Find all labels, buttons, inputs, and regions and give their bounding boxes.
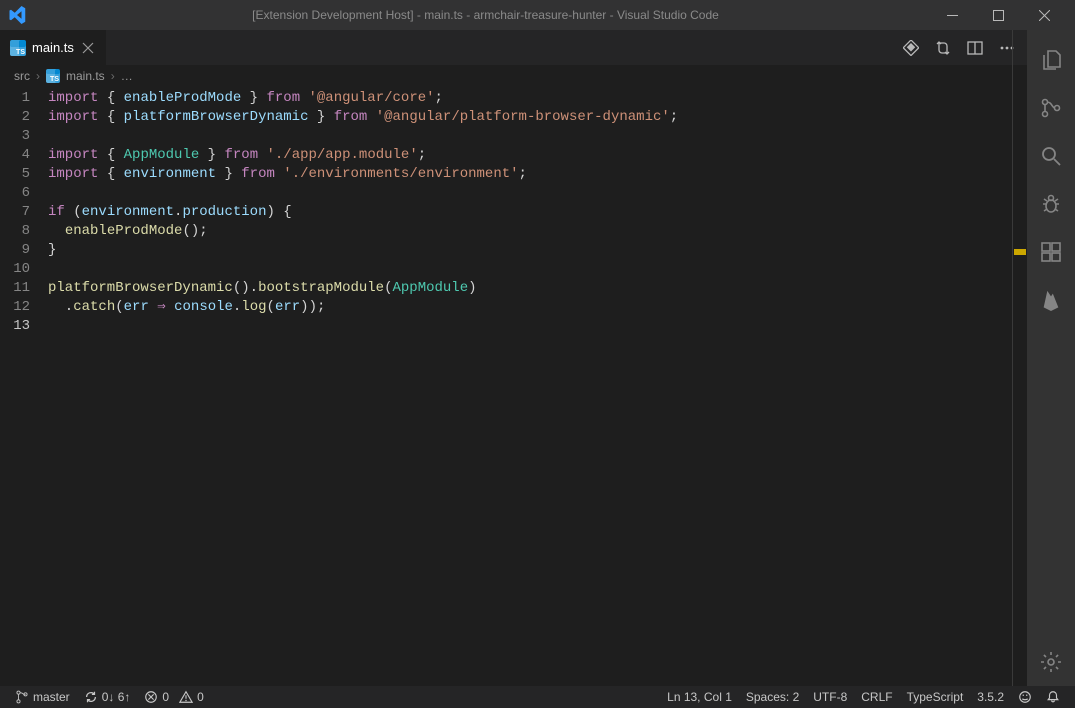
code-editor[interactable]: 12345678910111213 import { enableProdMod… xyxy=(0,87,1027,686)
search-icon[interactable] xyxy=(1027,132,1075,180)
line-number: 9 xyxy=(0,241,30,260)
status-typescript-version[interactable]: 3.5.2 xyxy=(970,686,1011,708)
breadcrumb-item[interactable]: … xyxy=(121,69,133,83)
breadcrumb[interactable]: src › main.ts › … xyxy=(0,65,1027,87)
tab-bar: main.ts xyxy=(0,30,1027,65)
activity-bar xyxy=(1027,30,1075,686)
line-number: 2 xyxy=(0,108,30,127)
diamond-icon[interactable] xyxy=(903,40,919,56)
line-number-gutter: 12345678910111213 xyxy=(0,87,48,686)
status-encoding[interactable]: UTF-8 xyxy=(806,686,854,708)
window-controls xyxy=(929,0,1067,30)
editor-actions xyxy=(903,30,1027,65)
settings-gear-icon[interactable] xyxy=(1027,638,1075,686)
code-line[interactable] xyxy=(48,260,1013,279)
tab-label: main.ts xyxy=(32,40,74,55)
code-line[interactable]: import { platformBrowserDynamic } from '… xyxy=(48,108,1013,127)
code-line[interactable]: import { AppModule } from './app/app.mod… xyxy=(48,146,1013,165)
status-spaces[interactable]: Spaces: 2 xyxy=(739,686,806,708)
split-editor-icon[interactable] xyxy=(967,40,983,56)
extensions-icon[interactable] xyxy=(1027,228,1075,276)
minimize-button[interactable] xyxy=(929,0,975,30)
line-number: 5 xyxy=(0,165,30,184)
title-bar: [Extension Development Host] - main.ts -… xyxy=(0,0,1075,30)
line-number: 13 xyxy=(0,317,30,336)
code-line[interactable]: if (environment.production) { xyxy=(48,203,1013,222)
status-branch[interactable]: master xyxy=(8,686,77,708)
typescript-file-icon xyxy=(46,69,60,83)
status-sync[interactable]: 0↓ 6↑ xyxy=(77,686,138,708)
line-number: 10 xyxy=(0,260,30,279)
chevron-right-icon: › xyxy=(36,69,40,83)
overview-mark xyxy=(1014,249,1026,255)
code-line[interactable] xyxy=(48,184,1013,203)
status-eol[interactable]: CRLF xyxy=(854,686,899,708)
editor-area: main.ts xyxy=(0,30,1027,686)
code-line[interactable]: enableProdMode(); xyxy=(48,222,1013,241)
line-number: 7 xyxy=(0,203,30,222)
files-icon[interactable] xyxy=(1027,36,1075,84)
code-line[interactable] xyxy=(48,127,1013,146)
vscode-logo xyxy=(8,6,42,24)
code-content[interactable]: import { enableProdMode } from '@angular… xyxy=(48,87,1013,686)
breadcrumb-item[interactable]: src xyxy=(14,69,30,83)
line-number: 11 xyxy=(0,279,30,298)
code-line[interactable]: import { enableProdMode } from '@angular… xyxy=(48,89,1013,108)
line-number: 12 xyxy=(0,298,30,317)
status-cursor[interactable]: Ln 13, Col 1 xyxy=(660,686,739,708)
line-number: 3 xyxy=(0,127,30,146)
close-button[interactable] xyxy=(1021,0,1067,30)
code-line[interactable] xyxy=(48,317,1013,336)
chevron-right-icon: › xyxy=(111,69,115,83)
compare-changes-icon[interactable] xyxy=(935,40,951,56)
overview-ruler[interactable] xyxy=(1013,87,1027,686)
code-line[interactable]: } xyxy=(48,241,1013,260)
line-number: 1 xyxy=(0,89,30,108)
minimap-edge xyxy=(1012,30,1013,686)
firebase-icon[interactable] xyxy=(1027,276,1075,324)
debug-icon[interactable] xyxy=(1027,180,1075,228)
line-number: 8 xyxy=(0,222,30,241)
status-feedback-icon[interactable] xyxy=(1011,686,1039,708)
code-line[interactable]: .catch(err ⇒ console.log(err)); xyxy=(48,298,1013,317)
code-line[interactable]: import { environment } from './environme… xyxy=(48,165,1013,184)
window-title: [Extension Development Host] - main.ts -… xyxy=(42,8,929,22)
status-language[interactable]: TypeScript xyxy=(900,686,971,708)
status-bar: master 0↓ 6↑ 0 0 Ln 13, Col 1 Spaces: 2 … xyxy=(0,686,1075,708)
line-number: 6 xyxy=(0,184,30,203)
maximize-button[interactable] xyxy=(975,0,1021,30)
close-tab-icon[interactable] xyxy=(80,42,96,54)
code-line[interactable]: platformBrowserDynamic().bootstrapModule… xyxy=(48,279,1013,298)
typescript-file-icon xyxy=(10,40,26,56)
breadcrumb-item[interactable]: main.ts xyxy=(66,69,105,83)
status-problems[interactable]: 0 0 xyxy=(137,686,210,708)
line-number: 4 xyxy=(0,146,30,165)
status-bell-icon[interactable] xyxy=(1039,686,1067,708)
source-control-icon[interactable] xyxy=(1027,84,1075,132)
tab-main-ts[interactable]: main.ts xyxy=(0,30,106,65)
